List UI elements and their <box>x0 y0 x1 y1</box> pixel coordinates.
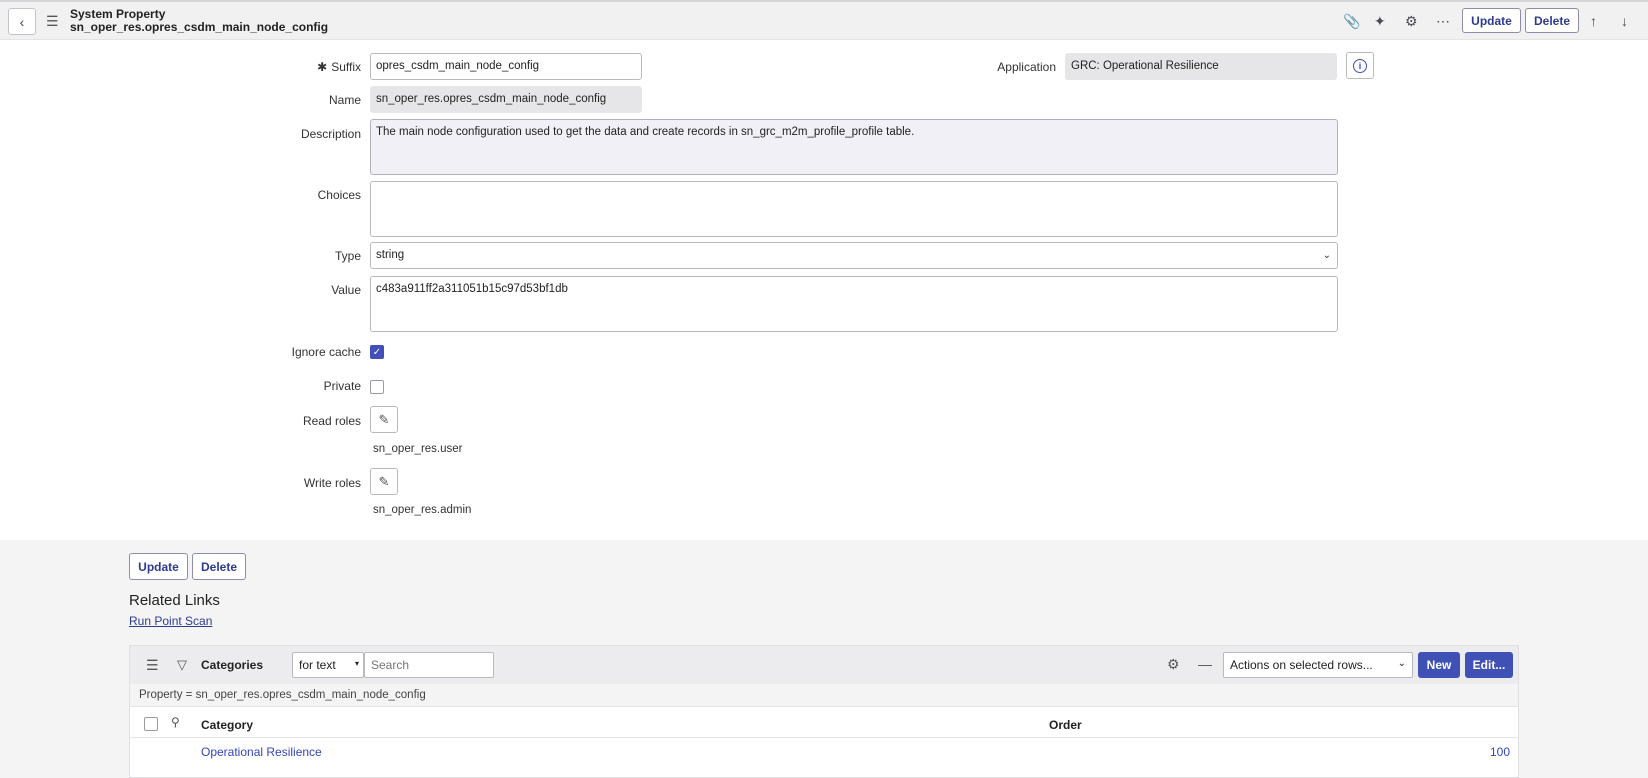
pencil-icon: ✎ <box>378 473 390 489</box>
new-button[interactable]: New <box>1418 652 1460 678</box>
list-menu-icon[interactable]: ☰ <box>146 657 159 674</box>
private-label: Private <box>323 379 361 393</box>
name-label: Name <box>328 93 361 107</box>
arrow-down-icon[interactable]: ↓ <box>1621 14 1628 28</box>
type-select[interactable]: string ⌄ <box>370 242 1338 269</box>
divider <box>130 737 1518 738</box>
more-options-icon[interactable]: ⋯ <box>1436 14 1450 28</box>
divider <box>130 706 1518 707</box>
header-update-button[interactable]: Update <box>1462 8 1521 33</box>
actions-value: Actions on selected rows... <box>1230 658 1373 672</box>
ignore-cache-checkbox[interactable]: ✓ <box>370 345 384 359</box>
actions-select[interactable]: Actions on selected rows... ⌄ <box>1223 652 1413 678</box>
search-field-select[interactable]: for text ▾ <box>292 652 364 678</box>
ignore-cache-label: Ignore cache <box>291 345 361 359</box>
application-info-button[interactable]: i <box>1346 52 1374 79</box>
application-field: GRC: Operational Resilience <box>1065 53 1337 80</box>
pencil-icon: ✎ <box>378 411 390 427</box>
required-icon: ✱ <box>317 60 328 74</box>
back-button[interactable]: ‹ <box>8 8 36 35</box>
bottom-update-button[interactable]: Update <box>129 553 188 580</box>
filter-icon[interactable]: ▽ <box>177 657 187 673</box>
edit-button[interactable]: Edit... <box>1465 652 1513 678</box>
record-title: System Property sn_oper_res.opres_csdm_m… <box>70 8 328 34</box>
related-list-toolbar: ☰ ▽ Categories for text ▾ ⚙ — Actions on … <box>130 646 1518 684</box>
value-textarea[interactable]: c483a911ff2a311051b15c97d53bf1db <box>370 276 1338 332</box>
read-roles-label: Read roles <box>302 414 361 428</box>
write-roles-value: sn_oper_res.admin <box>373 504 472 516</box>
gear-icon[interactable]: ⚙ <box>1167 656 1180 673</box>
type-value: string <box>376 249 405 261</box>
search-field-value: for text <box>299 658 336 672</box>
write-roles-label: Write roles <box>303 476 361 490</box>
description-label: Description <box>300 127 361 141</box>
search-input[interactable] <box>364 652 494 678</box>
application-label: Application <box>997 60 1056 74</box>
chevron-left-icon: ‹ <box>19 13 25 30</box>
description-textarea[interactable]: The main node configuration used to get … <box>370 119 1338 175</box>
filter-condition: Property = sn_oper_res.opres_csdm_main_n… <box>130 684 1518 706</box>
suffix-label: ✱ Suffix <box>317 60 361 74</box>
attachment-icon[interactable]: 📎 <box>1343 14 1360 28</box>
column-header-category[interactable]: Category <box>201 718 253 732</box>
related-links-title: Related Links <box>129 592 220 609</box>
row-category-link[interactable]: Operational Resilience <box>201 745 322 759</box>
type-label: Type <box>334 249 361 263</box>
context-menu-icon[interactable]: ☰ <box>46 14 59 28</box>
check-icon: ✓ <box>372 346 382 358</box>
row-order-value: 100 <box>1490 745 1511 759</box>
value-label: Value <box>331 283 361 297</box>
chevron-down-icon: ⌄ <box>1397 658 1406 669</box>
suffix-input[interactable]: opres_csdm_main_node_config <box>370 53 642 80</box>
column-header-order[interactable]: Order <box>1049 718 1082 732</box>
bottom-delete-button[interactable]: Delete <box>192 553 246 580</box>
list-title: Categories <box>201 658 264 672</box>
activity-icon[interactable]: ✦ <box>1374 14 1386 28</box>
header-delete-button[interactable]: Delete <box>1525 8 1579 33</box>
private-checkbox[interactable] <box>370 380 384 394</box>
arrow-up-icon[interactable]: ↑ <box>1590 14 1597 28</box>
choices-label: Choices <box>317 188 361 202</box>
name-field: sn_oper_res.opres_csdm_main_node_config <box>370 86 642 113</box>
chevron-down-icon: ⌄ <box>1322 250 1331 261</box>
caret-down-icon: ▾ <box>354 659 359 668</box>
read-roles-value: sn_oper_res.user <box>373 443 463 455</box>
write-roles-edit-button[interactable]: ✎ <box>370 468 398 495</box>
collapse-icon[interactable]: — <box>1198 656 1212 672</box>
search-icon[interactable]: ⚲ <box>171 715 180 729</box>
read-roles-edit-button[interactable]: ✎ <box>370 406 398 433</box>
form-header: ‹ ☰ System Property sn_oper_res.opres_cs… <box>0 0 1648 40</box>
record-name: sn_oper_res.opres_csdm_main_node_config <box>70 20 329 34</box>
info-icon: i <box>1353 58 1367 73</box>
categories-related-list: ☰ ▽ Categories for text ▾ ⚙ — Actions on … <box>129 645 1519 778</box>
select-all-checkbox[interactable] <box>144 717 158 731</box>
run-point-scan-link[interactable]: Run Point Scan <box>129 614 212 628</box>
choices-textarea[interactable] <box>370 181 1338 237</box>
personalize-icon[interactable]: ⚙ <box>1405 14 1418 28</box>
